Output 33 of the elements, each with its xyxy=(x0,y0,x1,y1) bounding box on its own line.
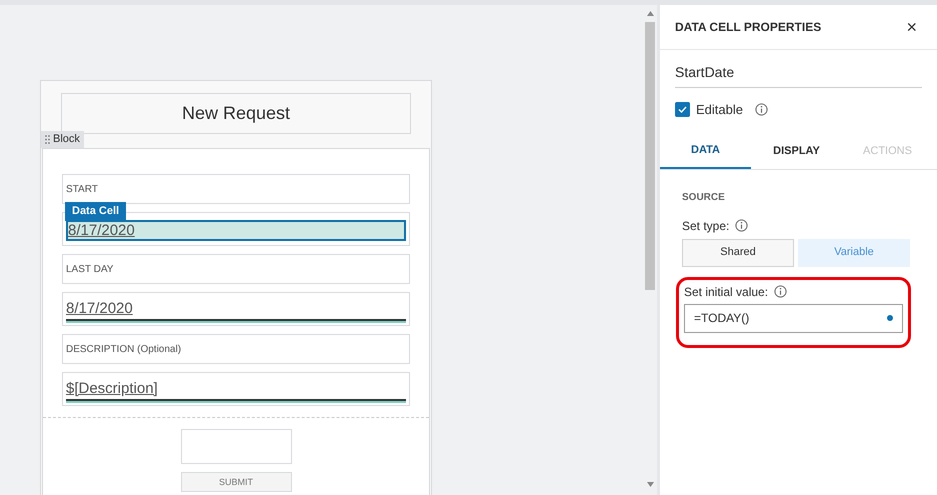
field-label: START xyxy=(66,182,98,196)
section-heading: SOURCE xyxy=(682,190,726,204)
editable-label: Editable xyxy=(696,101,743,119)
initial-value-field[interactable]: =TODAY() xyxy=(684,304,903,332)
block-tab[interactable]: Block xyxy=(41,131,84,148)
tab[interactable]: DISPLAY xyxy=(751,134,842,168)
form-title: New Request xyxy=(61,93,411,134)
value-field[interactable]: $[Description] xyxy=(66,380,406,401)
info-icon xyxy=(735,219,748,232)
name-field[interactable]: StartDate xyxy=(675,62,922,88)
initial-value-label: Set initial value: xyxy=(684,284,768,300)
type-option[interactable]: Shared xyxy=(682,238,794,266)
data-cell[interactable]: $[Description] xyxy=(62,372,410,406)
tab[interactable]: DATA xyxy=(660,134,751,168)
scroll-up-icon[interactable] xyxy=(646,11,654,16)
drag-handle-icon xyxy=(45,135,50,144)
close-button[interactable]: × xyxy=(906,18,917,36)
scroll-down-icon[interactable] xyxy=(646,482,654,487)
panel-title: DATA CELL PROPERTIES xyxy=(675,19,822,36)
data-cell[interactable]: 8/17/2020 xyxy=(62,292,410,326)
value-field[interactable]: 8/17/2020 xyxy=(66,300,406,321)
submit-button[interactable]: SUBMIT xyxy=(180,472,292,492)
data-cell-tag: Data Cell xyxy=(65,202,126,220)
set-type-label: Set type: xyxy=(682,218,730,234)
info-icon xyxy=(774,285,788,298)
field-label: LAST DAY xyxy=(66,262,114,276)
formula-text: =TODAY() xyxy=(694,310,750,327)
editable-checkbox[interactable] xyxy=(675,102,690,118)
value-field[interactable]: 8/17/2020 xyxy=(66,220,406,241)
info-icon xyxy=(754,103,768,116)
field-label: DESCRIPTION (Optional) xyxy=(66,342,182,356)
scroll-thumb[interactable] xyxy=(645,22,655,290)
check-icon xyxy=(678,106,687,114)
